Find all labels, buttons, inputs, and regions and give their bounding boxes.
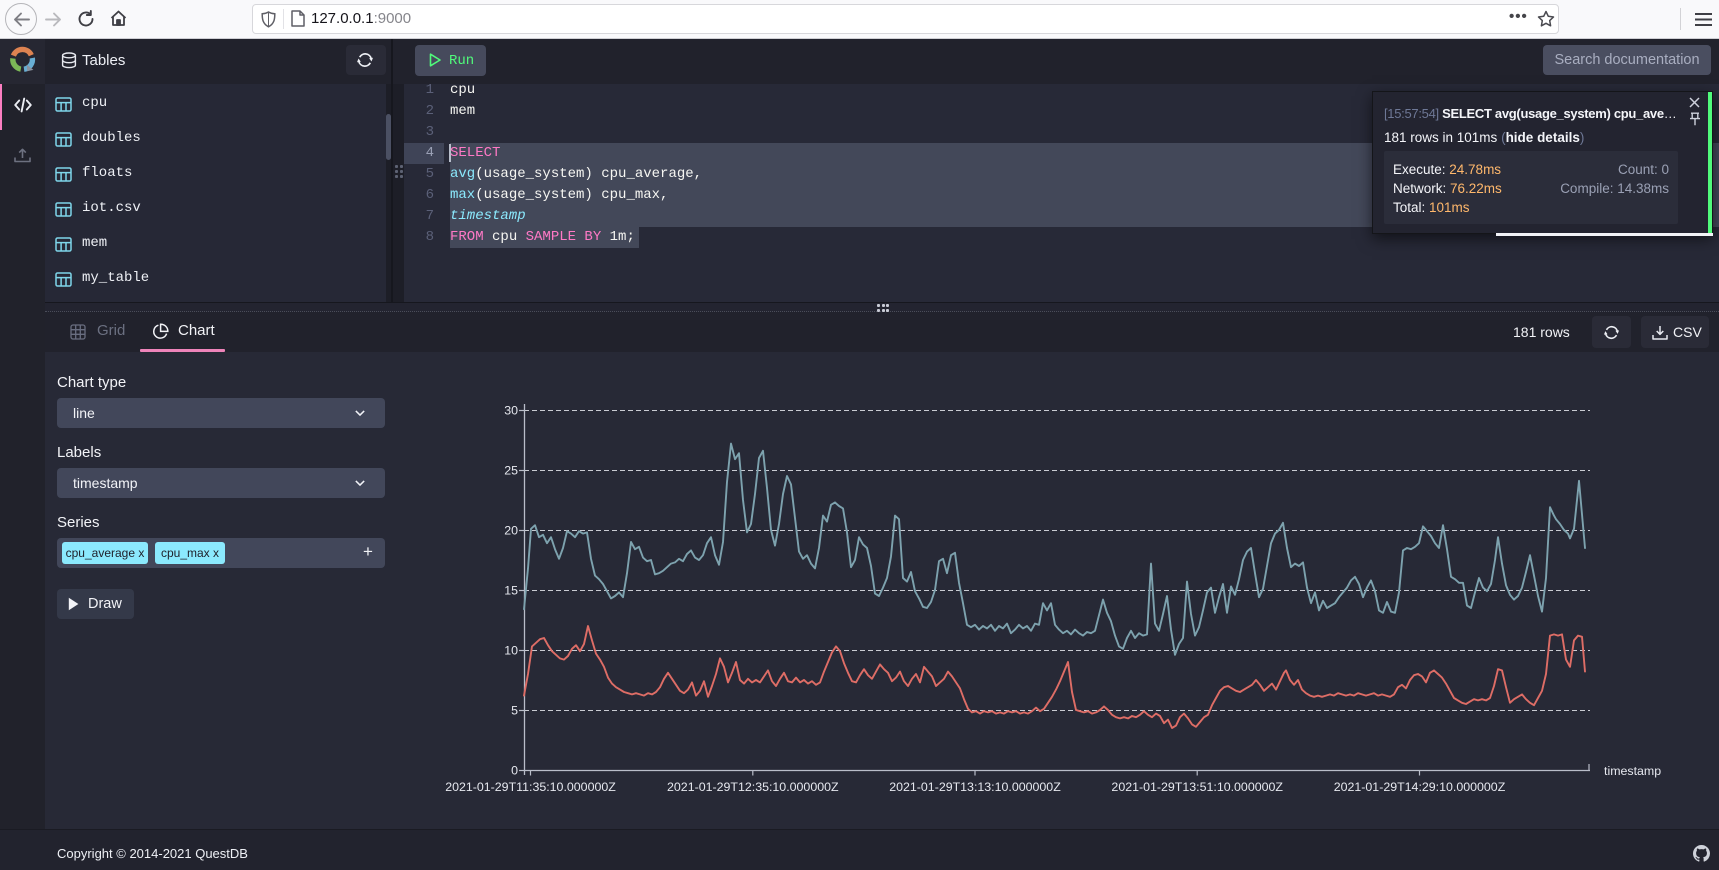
svg-text:2021-01-29T12:35:10.000000Z: 2021-01-29T12:35:10.000000Z	[667, 780, 839, 794]
svg-text:2021-01-29T11:35:10.000000Z: 2021-01-29T11:35:10.000000Z	[445, 780, 616, 794]
svg-text:15: 15	[504, 584, 518, 598]
svg-text:25: 25	[504, 464, 518, 478]
svg-text:30: 30	[504, 404, 518, 418]
svg-text:0: 0	[511, 764, 518, 778]
svg-text:5: 5	[511, 704, 518, 718]
svg-text:timestamp: timestamp	[1604, 764, 1661, 778]
svg-text:2021-01-29T14:29:10.000000Z: 2021-01-29T14:29:10.000000Z	[1334, 780, 1506, 794]
svg-text:20: 20	[504, 524, 518, 538]
svg-text:10: 10	[504, 644, 518, 658]
svg-text:2021-01-29T13:51:10.000000Z: 2021-01-29T13:51:10.000000Z	[1111, 780, 1283, 794]
svg-text:2021-01-29T13:13:10.000000Z: 2021-01-29T13:13:10.000000Z	[889, 780, 1061, 794]
